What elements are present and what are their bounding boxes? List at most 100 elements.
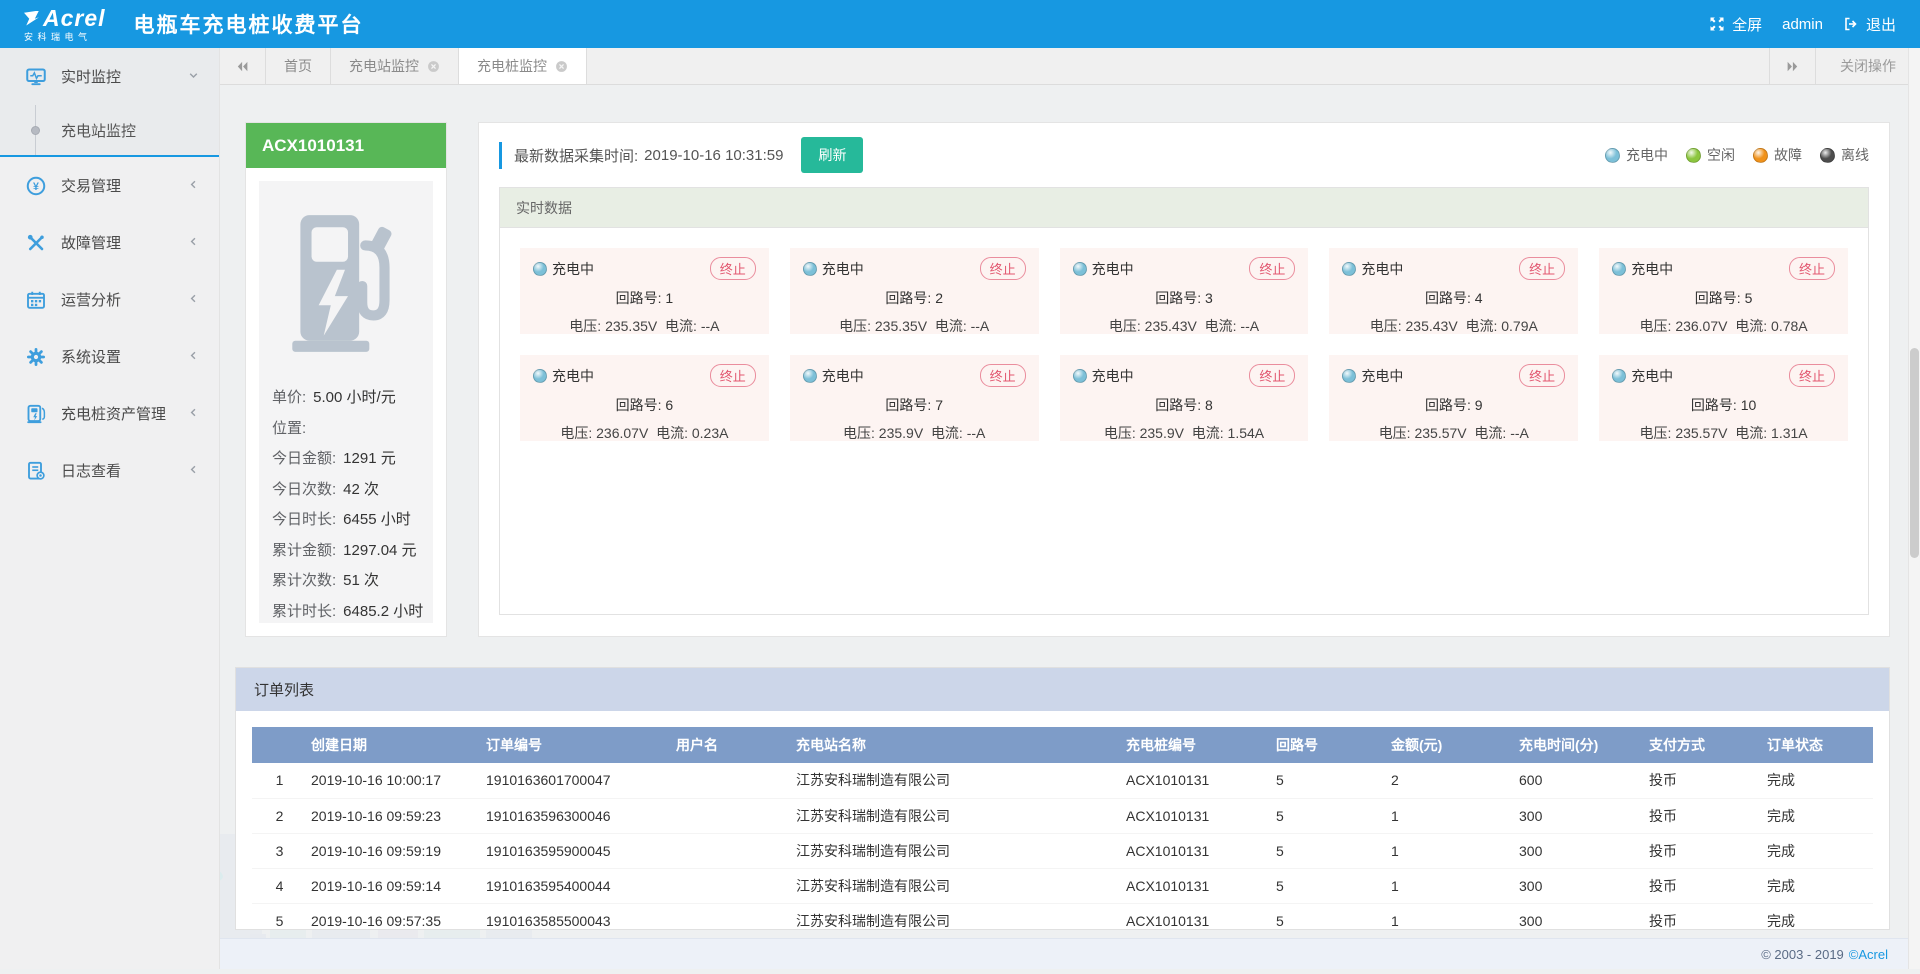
device-stats: 单价:5.00 小时/元位置:今日金额:1291 元今日次数:42 次今日时长:… — [272, 383, 420, 627]
terminate-button[interactable]: 终止 — [980, 364, 1026, 387]
device-stat-row: 今日次数:42 次 — [272, 475, 420, 506]
orders-table: 创建日期订单编号用户名充电站名称充电桩编号回路号金额(元)充电时间(分)支付方式… — [252, 727, 1873, 930]
brand-text: Acrel — [43, 7, 106, 30]
table-cell: 5 — [1272, 903, 1387, 930]
table-cell: 1910163585500043 — [482, 903, 672, 930]
charging-status-orb-icon — [1612, 369, 1626, 383]
top-header: Acrel 安科瑞电气 电瓶车充电桩收费平台 全屏 admin 退出 — [0, 0, 1920, 48]
circuit-number: 8 — [1205, 397, 1213, 413]
terminate-button[interactable]: 终止 — [1519, 364, 1565, 387]
voltage-value: 235.9V — [1140, 425, 1184, 441]
tab-1[interactable]: 充电站监控 — [331, 48, 459, 84]
sidebar-item-5[interactable]: 充电桩资产管理 — [0, 385, 219, 442]
circuit-card-9: 充电中终止回路号: 9电压: 235.57V 电流: --A — [1329, 355, 1578, 441]
circuit-card-1: 充电中终止回路号: 1电压: 235.35V 电流: --A — [520, 248, 769, 334]
tab-0[interactable]: 首页 — [266, 48, 331, 84]
table-cell: 5 — [252, 903, 307, 930]
order-list-panel: 订单列表 创建日期订单编号用户名充电站名称充电桩编号回路号金额(元)充电时间(分… — [235, 667, 1890, 930]
table-cell: ACX1010131 — [1122, 833, 1272, 868]
tab-close-icon[interactable] — [555, 60, 568, 73]
logout-button[interactable]: 退出 — [1843, 14, 1896, 35]
realtime-data-title: 实时数据 — [500, 188, 1868, 228]
device-id: ACX1010131 — [246, 123, 446, 168]
table-cell: 完成 — [1763, 833, 1873, 868]
sidebar-item-2[interactable]: 故障管理 — [0, 214, 219, 271]
table-cell: 2 — [252, 798, 307, 833]
circuit-card-2: 充电中终止回路号: 2电压: 235.35V 电流: --A — [790, 248, 1039, 334]
chevron-left-icon — [188, 234, 199, 251]
legend-item-3: 离线 — [1820, 145, 1869, 165]
user-menu[interactable]: admin — [1782, 16, 1823, 33]
sidebar-item-1[interactable]: ¥交易管理 — [0, 157, 219, 214]
fullscreen-button[interactable]: 全屏 — [1709, 14, 1762, 35]
footer-brand-link[interactable]: ©Acrel — [1849, 947, 1888, 962]
terminate-button[interactable]: 终止 — [1519, 257, 1565, 280]
close-operations-button[interactable]: 关闭操作 — [1815, 48, 1920, 84]
device-stat-row: 累计时长:6485.2 小时 — [272, 597, 420, 628]
sidebar-item-3[interactable]: 运营分析 — [0, 271, 219, 328]
table-cell: 投币 — [1645, 868, 1763, 903]
realtime-monitor-panel: 最新数据采集时间: 2019-10-16 10:31:59 刷新 充电中空闲故障… — [478, 122, 1890, 637]
voltage-value: 235.35V — [605, 318, 657, 334]
status-legend: 充电中空闲故障离线 — [1605, 145, 1869, 165]
terminate-button[interactable]: 终止 — [710, 257, 756, 280]
table-row-4: 52019-10-16 09:57:351910163585500043江苏安科… — [252, 903, 1873, 930]
circuit-number: 9 — [1475, 397, 1483, 413]
orders-table-header-row: 创建日期订单编号用户名充电站名称充电桩编号回路号金额(元)充电时间(分)支付方式… — [252, 727, 1873, 763]
orders-column-header-7: 金额(元) — [1387, 727, 1515, 763]
tab-bar: 首页充电站监控充电桩监控 关闭操作 — [220, 48, 1920, 85]
table-cell: 2 — [1387, 763, 1515, 798]
circuit-card-10: 充电中终止回路号: 10电压: 235.57V 电流: 1.31A — [1599, 355, 1848, 441]
table-cell: 1 — [1387, 868, 1515, 903]
table-row-0: 12019-10-16 10:00:171910163601700047江苏安科… — [252, 763, 1873, 798]
table-cell: 完成 — [1763, 868, 1873, 903]
table-cell: 5 — [1272, 798, 1387, 833]
table-cell: 600 — [1515, 763, 1645, 798]
sidebar-item-0[interactable]: 实时监控 — [0, 48, 219, 105]
tabs-scroll-left-button[interactable] — [220, 48, 266, 84]
terminate-button[interactable]: 终止 — [1789, 364, 1835, 387]
table-row-3: 42019-10-16 09:59:141910163595400044江苏安科… — [252, 868, 1873, 903]
circuit-card-5: 充电中终止回路号: 5电压: 236.07V 电流: 0.78A — [1599, 248, 1848, 334]
table-cell: 300 — [1515, 833, 1645, 868]
orders-column-header-9: 支付方式 — [1645, 727, 1763, 763]
tab-close-icon[interactable] — [427, 60, 440, 73]
charging-status-orb-icon — [803, 369, 817, 383]
terminate-button[interactable]: 终止 — [980, 257, 1026, 280]
sidebar-item-4[interactable]: 系统设置 — [0, 328, 219, 385]
terminate-button[interactable]: 终止 — [710, 364, 756, 387]
charging-status-orb-icon — [1342, 262, 1356, 276]
scrollbar-thumb[interactable] — [1910, 348, 1919, 558]
voltage-value: 235.43V — [1145, 318, 1197, 334]
charging-status-orb-icon — [533, 369, 547, 383]
legend-item-2: 故障 — [1753, 145, 1802, 165]
current-value: 0.23A — [692, 425, 729, 441]
gear-icon — [26, 347, 46, 367]
charging-status-orb-icon — [533, 262, 547, 276]
circuit-number: 4 — [1475, 290, 1483, 306]
table-cell: 3 — [252, 833, 307, 868]
device-stat-row: 单价:5.00 小时/元 — [272, 383, 420, 414]
table-cell — [672, 798, 792, 833]
table-cell: 投币 — [1645, 763, 1763, 798]
device-stat-row: 今日时长:6455 小时 — [272, 505, 420, 536]
refresh-button[interactable]: 刷新 — [801, 137, 863, 173]
tab-2[interactable]: 充电桩监控 — [459, 48, 587, 84]
terminate-button[interactable]: 终止 — [1249, 257, 1295, 280]
vertical-scrollbar[interactable] — [1908, 48, 1920, 969]
status-orb-icon — [1605, 148, 1620, 163]
log-icon — [26, 461, 46, 481]
page-footer: © 2003 - 2019 ©Acrel — [220, 938, 1920, 969]
terminate-button[interactable]: 终止 — [1249, 364, 1295, 387]
table-cell: 2019-10-16 10:00:17 — [307, 763, 482, 798]
sidebar-item-6[interactable]: 日志查看 — [0, 442, 219, 499]
voltage-value: 235.57V — [1414, 425, 1466, 441]
terminate-button[interactable]: 终止 — [1789, 257, 1835, 280]
status-orb-icon — [1753, 148, 1768, 163]
circuit-card-7: 充电中终止回路号: 7电压: 235.9V 电流: --A — [790, 355, 1039, 441]
table-cell: 1910163595400044 — [482, 868, 672, 903]
tabs-scroll-right-button[interactable] — [1769, 48, 1815, 84]
voltage-value: 236.07V — [1675, 318, 1727, 334]
circuit-number: 5 — [1745, 290, 1753, 306]
sidebar-subitem-0-0[interactable]: 充电站监控 — [0, 105, 219, 155]
